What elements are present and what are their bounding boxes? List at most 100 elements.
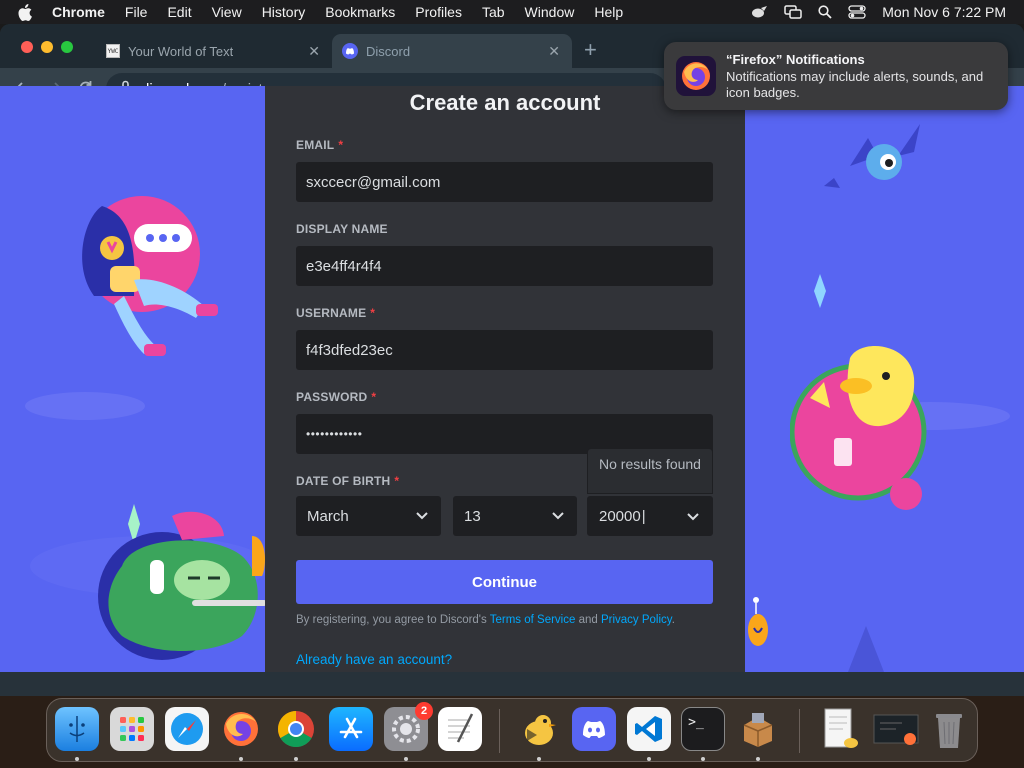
terms-text: By registering, you agree to Discord's T… [296, 614, 675, 626]
day-value: 13 [464, 507, 481, 525]
notification-count-badge: 2 [415, 702, 433, 720]
window-minimize-button[interactable] [41, 41, 53, 53]
menu-history[interactable]: History [262, 4, 306, 20]
month-value: March [307, 507, 349, 525]
cyberduck-status-icon[interactable] [750, 5, 768, 19]
firefox-icon [676, 56, 716, 96]
menu-help[interactable]: Help [594, 4, 623, 20]
app-store-icon[interactable] [329, 707, 373, 751]
display-name-label: DISPLAY NAME [296, 222, 388, 236]
yellow-character-illustration [789, 338, 940, 518]
window-close-button[interactable] [21, 41, 33, 53]
date-of-birth-label: DATE OF BIRTH * [296, 474, 399, 488]
email-label: EMAIL * [296, 138, 343, 152]
terms-of-service-link[interactable]: Terms of Service [490, 614, 576, 626]
continue-button[interactable]: Continue [296, 560, 713, 604]
firefox-notification-banner[interactable]: “Firefox” Notifications Notifications ma… [664, 42, 1008, 110]
discord-register-page: Create an account EMAIL * sxccecr@gmail.c… [0, 86, 1024, 672]
email-label-text: EMAIL [296, 138, 335, 152]
screen-mirroring-icon[interactable] [784, 5, 803, 19]
required-asterisk: * [338, 138, 344, 152]
running-indicator [75, 757, 79, 761]
chevron-down-icon [415, 509, 429, 527]
menu-edit[interactable]: Edit [167, 4, 191, 20]
password-label-text: PASSWORD [296, 390, 368, 404]
textedit-icon[interactable] [438, 707, 482, 751]
required-asterisk: * [371, 390, 377, 404]
tab-title: Discord [366, 43, 411, 59]
screen-preview-icon[interactable] [871, 707, 921, 751]
username-label-text: USERNAME [296, 306, 367, 320]
menu-window[interactable]: Window [525, 4, 575, 20]
register-card: Create an account EMAIL * sxccecr@gmail.c… [265, 86, 745, 672]
launchpad-icon[interactable] [110, 707, 154, 751]
firefox-icon[interactable] [219, 707, 263, 751]
privacy-policy-link[interactable]: Privacy Policy [601, 614, 672, 626]
notification-title: “Firefox” Notifications [726, 52, 865, 67]
discord-icon[interactable] [572, 707, 616, 751]
safari-icon[interactable] [165, 707, 209, 751]
password-label: PASSWORD * [296, 390, 376, 404]
finder-icon[interactable] [55, 707, 99, 751]
text-cursor-icon: | [641, 507, 646, 525]
date-of-birth-label-text: DATE OF BIRTH [296, 474, 391, 488]
ywot-favicon-icon: YWC [106, 44, 120, 58]
notification-body: Notifications may include alerts, sounds… [726, 69, 984, 100]
macos-dock: >_ [46, 698, 978, 762]
menu-tab[interactable]: Tab [482, 4, 505, 20]
running-indicator [647, 757, 651, 761]
year-select[interactable]: 20000 | [587, 496, 713, 536]
running-indicator [239, 757, 243, 761]
document-preview-icon[interactable] [817, 707, 861, 751]
terms-suffix: . [671, 614, 675, 626]
window-zoom-button[interactable] [61, 41, 73, 53]
bat-creature-illustration [818, 116, 928, 206]
dock-separator [499, 709, 500, 753]
hooded-person-illustration [64, 196, 224, 366]
apple-menu-icon[interactable] [18, 3, 36, 21]
email-field[interactable]: sxccecr@gmail.com [296, 162, 713, 202]
chevron-down-icon [551, 509, 565, 527]
new-tab-plus-icon[interactable]: + [584, 37, 597, 63]
running-indicator [701, 757, 705, 761]
required-asterisk: * [370, 306, 376, 320]
display-name-field[interactable]: e3e4ff4r4f4 [296, 246, 713, 286]
discord-favicon-icon [342, 43, 358, 59]
menu-view[interactable]: View [212, 4, 242, 20]
control-center-icon[interactable] [848, 5, 866, 19]
menubar-clock[interactable]: Mon Nov 6 7:22 PM [882, 4, 1006, 20]
trash-icon[interactable] [927, 707, 971, 751]
month-select[interactable]: March [296, 496, 441, 536]
vscode-icon[interactable] [627, 707, 671, 751]
year-value[interactable]: 20000 [599, 508, 641, 525]
dock-separator [799, 709, 800, 753]
required-asterisk: * [394, 474, 400, 488]
terms-prefix: By registering, you agree to Discord's [296, 614, 490, 626]
tab-close-icon[interactable]: ✕ [548, 43, 560, 60]
tab-title: Your World of Text [128, 43, 234, 59]
menu-bookmarks[interactable]: Bookmarks [325, 4, 395, 20]
cyberduck-icon[interactable] [517, 707, 561, 751]
chrome-icon[interactable] [274, 707, 318, 751]
running-indicator [537, 757, 541, 761]
running-indicator [756, 757, 760, 761]
menu-profiles[interactable]: Profiles [415, 4, 462, 20]
menu-app-chrome[interactable]: Chrome [52, 4, 105, 20]
tab-your-world-of-text[interactable]: YWC Your World of Text ✕ [96, 34, 332, 68]
green-creature-illustration [92, 506, 267, 672]
running-indicator [404, 757, 408, 761]
login-link[interactable]: Already have an account? [296, 652, 452, 667]
running-indicator [294, 757, 298, 761]
macos-menu-bar: Chrome File Edit View History Bookmarks … [0, 0, 1024, 24]
spotlight-search-icon[interactable] [818, 5, 832, 19]
year-dropdown-no-results: No results found [587, 448, 713, 494]
menu-file[interactable]: File [125, 4, 148, 20]
username-field[interactable]: f4f3dfed23ec [296, 330, 713, 370]
terminal-icon[interactable]: >_ [681, 707, 725, 751]
day-select[interactable]: 13 [453, 496, 577, 536]
tab-discord[interactable]: Discord ✕ [332, 34, 572, 68]
terms-and: and [575, 614, 601, 626]
tab-close-icon[interactable]: ✕ [308, 43, 320, 60]
small-yellow-creature-illustration [744, 594, 774, 654]
archive-utility-icon[interactable] [736, 707, 780, 751]
